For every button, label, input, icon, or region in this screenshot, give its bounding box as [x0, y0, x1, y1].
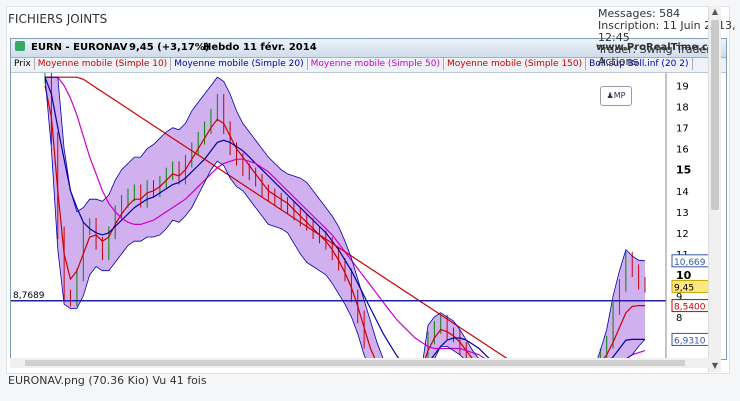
y-tick-label-7: 12 [676, 229, 689, 240]
hscroll-thumb[interactable] [25, 360, 685, 366]
scroll-down-icon[interactable]: ▼ [709, 360, 721, 372]
private-message-button[interactable]: ♟MP [600, 86, 632, 106]
legend-item-4[interactable]: Moyenne mobile (Simple 150) [444, 58, 587, 70]
chart-plot: 8,7689 1918171615141312111098710,6699,45… [11, 73, 726, 359]
chart-price: 9,45 (+3,17%) [129, 42, 210, 53]
y-tick-label-5: 14 [676, 187, 689, 198]
price-tag-label-1: 9,45 [674, 283, 694, 293]
y-tick-label-1: 18 [676, 103, 689, 114]
y-tick-label-11: 8 [676, 313, 682, 324]
y-tick-label-2: 17 [676, 124, 689, 135]
support-line-label: 8,7689 [13, 291, 45, 301]
y-tick-label-6: 13 [676, 208, 689, 219]
y-tick-label-3: 16 [676, 145, 689, 156]
chart-title-icon [15, 41, 25, 51]
chart-date: 11 févr. 2014 [243, 42, 317, 53]
file-caption: EURONAV.png (70.36 Kio) Vu 41 fois [8, 374, 207, 387]
y-tick-label-4: 15 [676, 164, 691, 177]
legend-item-2[interactable]: Moyenne mobile (Simple 20) [171, 58, 308, 70]
legend-item-1[interactable]: Moyenne mobile (Simple 10) [35, 58, 172, 70]
price-tag-label-3: 6,9310 [674, 336, 706, 346]
bollinger-band [45, 77, 645, 359]
chart-period: Hebdo [203, 42, 240, 53]
vertical-scrollbar[interactable]: ▲ ▼ [708, 6, 721, 372]
scroll-up-icon[interactable]: ▲ [709, 6, 721, 18]
price-tag-label-0: 10,669 [674, 258, 706, 268]
user-icon: ♟ [606, 91, 614, 100]
y-tick-label-9: 10 [676, 269, 692, 282]
price-tag-label-2: 8,5400 [674, 303, 706, 313]
legend-item-3[interactable]: Moyenne mobile (Simple 50) [308, 58, 445, 70]
mp-label: MP [613, 91, 626, 100]
section-title: FICHIERS JOINTS [8, 12, 108, 26]
chart-symbol: EURN - EURONAV [31, 42, 128, 53]
scroll-thumb[interactable] [711, 20, 719, 210]
horizontal-scrollbar[interactable] [10, 358, 710, 368]
legend-item-0[interactable]: Prix [11, 58, 35, 70]
